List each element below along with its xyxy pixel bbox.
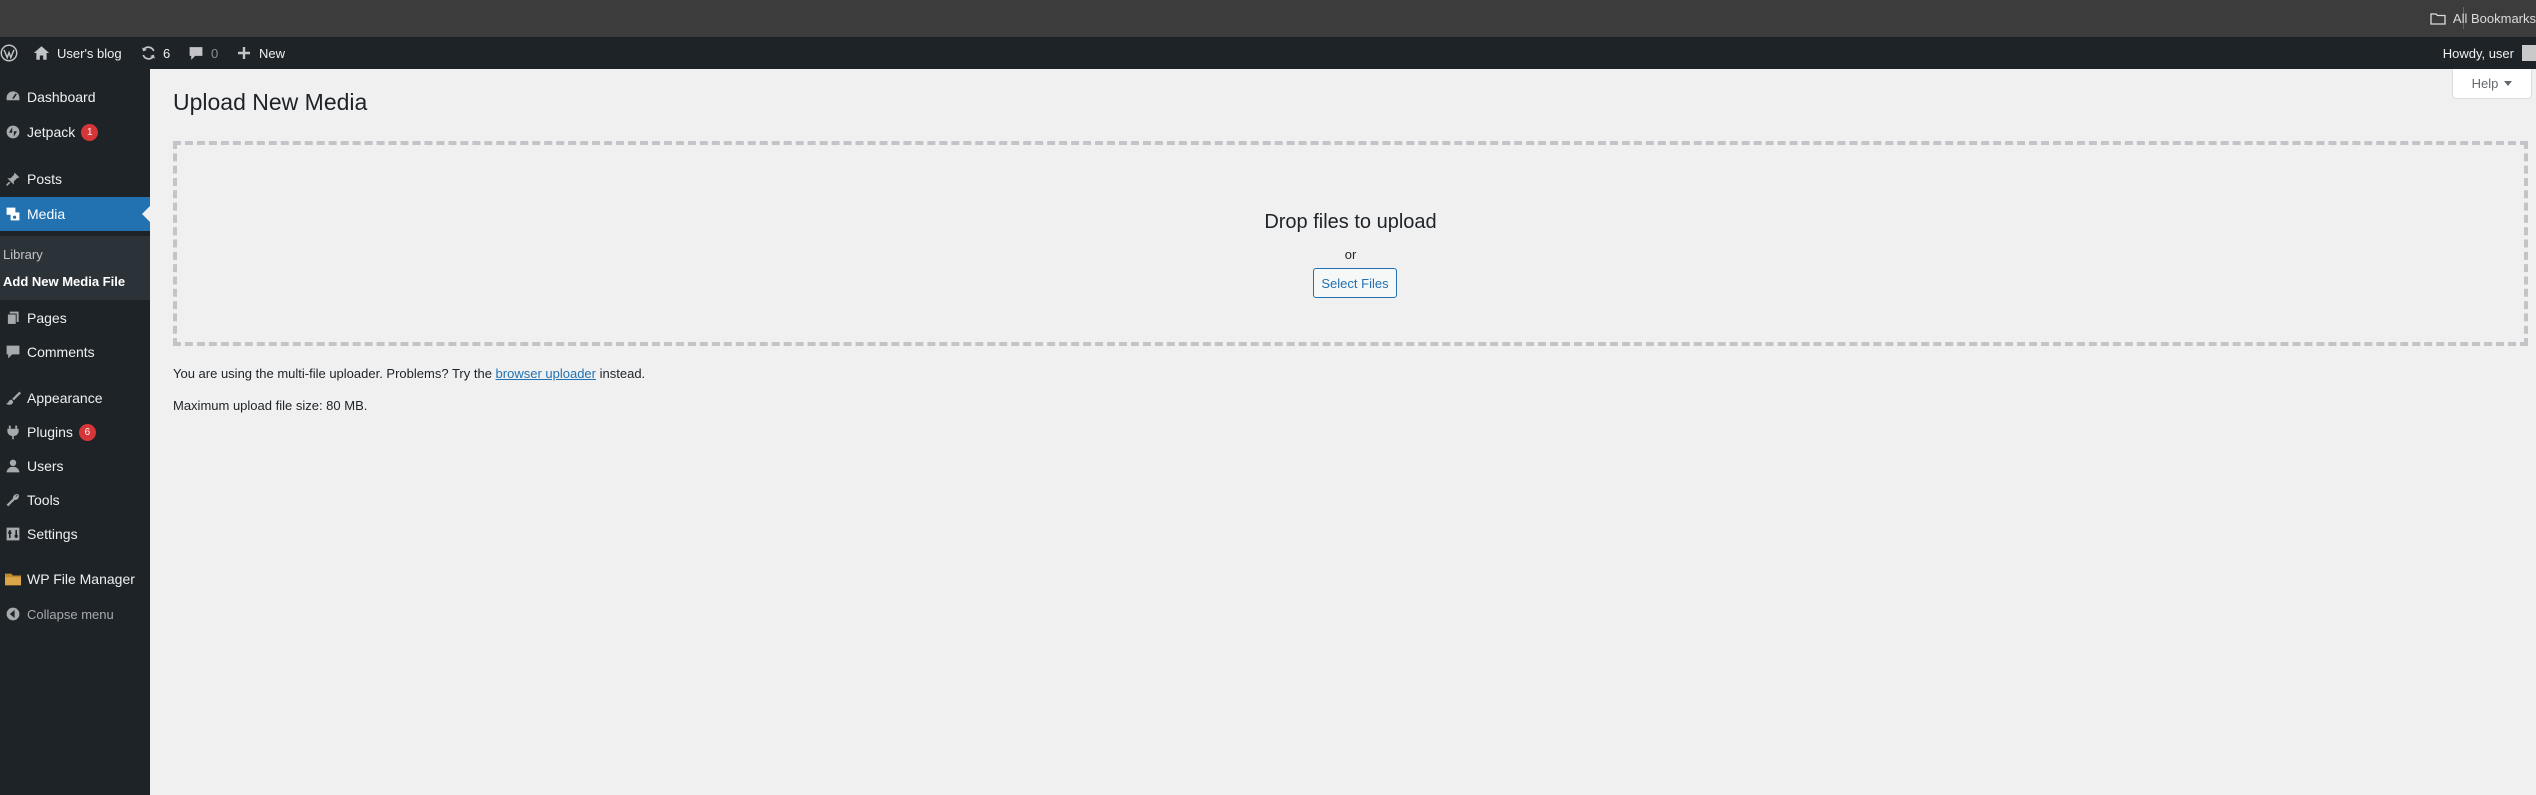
brush-icon bbox=[3, 388, 23, 408]
comment-icon bbox=[189, 46, 203, 60]
drop-or-text: or bbox=[1344, 247, 1357, 262]
comment-icon bbox=[3, 342, 23, 362]
sidebar-item-label: WP File Manager bbox=[27, 571, 135, 587]
drop-files-heading: Drop files to upload bbox=[1264, 211, 1437, 233]
sidebar-item-label: Jetpack bbox=[27, 124, 76, 140]
dashboard-icon bbox=[3, 87, 23, 107]
sidebar-item-dashboard[interactable]: Dashboard bbox=[0, 80, 150, 114]
site-name-link[interactable]: User's blog bbox=[33, 37, 122, 69]
sidebar-item-jetpack[interactable]: Jetpack 1 bbox=[0, 115, 150, 149]
submenu-item-library[interactable]: Library bbox=[3, 247, 43, 262]
help-tab-button[interactable]: Help bbox=[2452, 69, 2532, 99]
admin-sidebar: Dashboard Jetpack 1 Posts Media Library … bbox=[0, 69, 150, 795]
uploader-note-suffix: instead. bbox=[599, 366, 646, 381]
jetpack-icon bbox=[3, 122, 23, 142]
collapse-menu-button[interactable]: Collapse menu bbox=[0, 597, 150, 631]
sidebar-item-label: Posts bbox=[27, 171, 63, 187]
sidebar-item-label: Comments bbox=[27, 344, 95, 360]
sidebar-item-label: Plugins bbox=[27, 424, 73, 440]
sidebar-item-settings[interactable]: Settings bbox=[0, 517, 150, 551]
media-submenu: Library Add New Media File bbox=[0, 236, 150, 300]
sidebar-item-label: Settings bbox=[27, 526, 78, 542]
all-bookmarks-label: All Bookmarks bbox=[2452, 11, 2536, 26]
new-content-link[interactable]: New bbox=[237, 37, 285, 69]
folder-icon bbox=[3, 569, 23, 589]
user-icon bbox=[3, 456, 23, 476]
sidebar-item-plugins[interactable]: Plugins 6 bbox=[0, 415, 150, 449]
sidebar-item-posts[interactable]: Posts bbox=[0, 162, 150, 196]
sidebar-item-users[interactable]: Users bbox=[0, 449, 150, 483]
pin-icon bbox=[3, 169, 23, 189]
sidebar-item-tools[interactable]: Tools bbox=[0, 483, 150, 517]
media-icon bbox=[3, 204, 23, 224]
updates-icon bbox=[142, 46, 155, 60]
sidebar-item-comments[interactable]: Comments bbox=[0, 335, 150, 369]
avatar bbox=[2522, 45, 2536, 61]
comments-link[interactable]: 0 bbox=[188, 37, 218, 69]
browser-bookmarks-bar: All Bookmarks bbox=[0, 0, 2536, 38]
wrench-icon bbox=[3, 490, 23, 510]
plugin-icon bbox=[3, 422, 23, 442]
howdy-greeting: Howdy, user bbox=[2442, 45, 2514, 61]
site-name-label: User's blog bbox=[57, 45, 122, 61]
uploader-note: You are using the multi-file uploader. P… bbox=[173, 366, 645, 381]
home-icon bbox=[33, 46, 50, 60]
new-label: New bbox=[259, 45, 286, 61]
settings-icon bbox=[3, 524, 23, 544]
jetpack-badge: 1 bbox=[81, 123, 99, 141]
caret-down-icon bbox=[2504, 81, 2513, 86]
comments-count: 0 bbox=[211, 45, 219, 61]
submenu-item-add-new-media-file[interactable]: Add New Media File bbox=[3, 274, 125, 289]
all-bookmarks-button[interactable]: All Bookmarks bbox=[2430, 0, 2536, 37]
pages-icon bbox=[3, 308, 23, 328]
collapse-icon bbox=[3, 604, 23, 624]
sidebar-item-label: Users bbox=[27, 458, 64, 474]
sidebar-item-media[interactable]: Media bbox=[0, 197, 150, 231]
sidebar-item-appearance[interactable]: Appearance bbox=[0, 381, 150, 415]
folder-icon bbox=[2430, 13, 2446, 25]
sidebar-item-label: Pages bbox=[27, 310, 67, 326]
my-account-menu[interactable]: Howdy, user bbox=[2443, 37, 2536, 69]
updates-count: 6 bbox=[163, 45, 171, 61]
plugins-badge: 6 bbox=[78, 423, 96, 441]
sidebar-item-label: Appearance bbox=[27, 390, 103, 406]
uploader-note-prefix: You are using the multi-file uploader. P… bbox=[173, 366, 492, 381]
admin-bar: User's blog 6 0 New Howdy, user bbox=[0, 37, 2536, 69]
sidebar-item-pages[interactable]: Pages bbox=[0, 301, 150, 335]
plus-icon bbox=[238, 47, 250, 59]
sidebar-item-label: Dashboard bbox=[27, 89, 96, 105]
help-label: Help bbox=[2471, 76, 2499, 91]
sidebar-item-label: Media bbox=[27, 206, 66, 222]
drag-drop-area[interactable]: Drop files to upload or Select Files bbox=[173, 141, 2528, 346]
page-title: Upload New Media bbox=[173, 89, 368, 115]
browser-uploader-link[interactable]: browser uploader bbox=[496, 366, 596, 381]
sidebar-item-wp-file-manager[interactable]: WP File Manager bbox=[0, 562, 150, 596]
sidebar-item-label: Tools bbox=[27, 492, 60, 508]
updates-link[interactable]: 6 bbox=[140, 37, 170, 69]
max-upload-size-text: Maximum upload file size: 80 MB. bbox=[173, 398, 368, 413]
collapse-menu-label: Collapse menu bbox=[27, 606, 114, 622]
select-files-button[interactable]: Select Files bbox=[1313, 268, 1397, 298]
wordpress-logo-button[interactable] bbox=[0, 37, 18, 69]
wordpress-logo-icon bbox=[0, 44, 18, 62]
